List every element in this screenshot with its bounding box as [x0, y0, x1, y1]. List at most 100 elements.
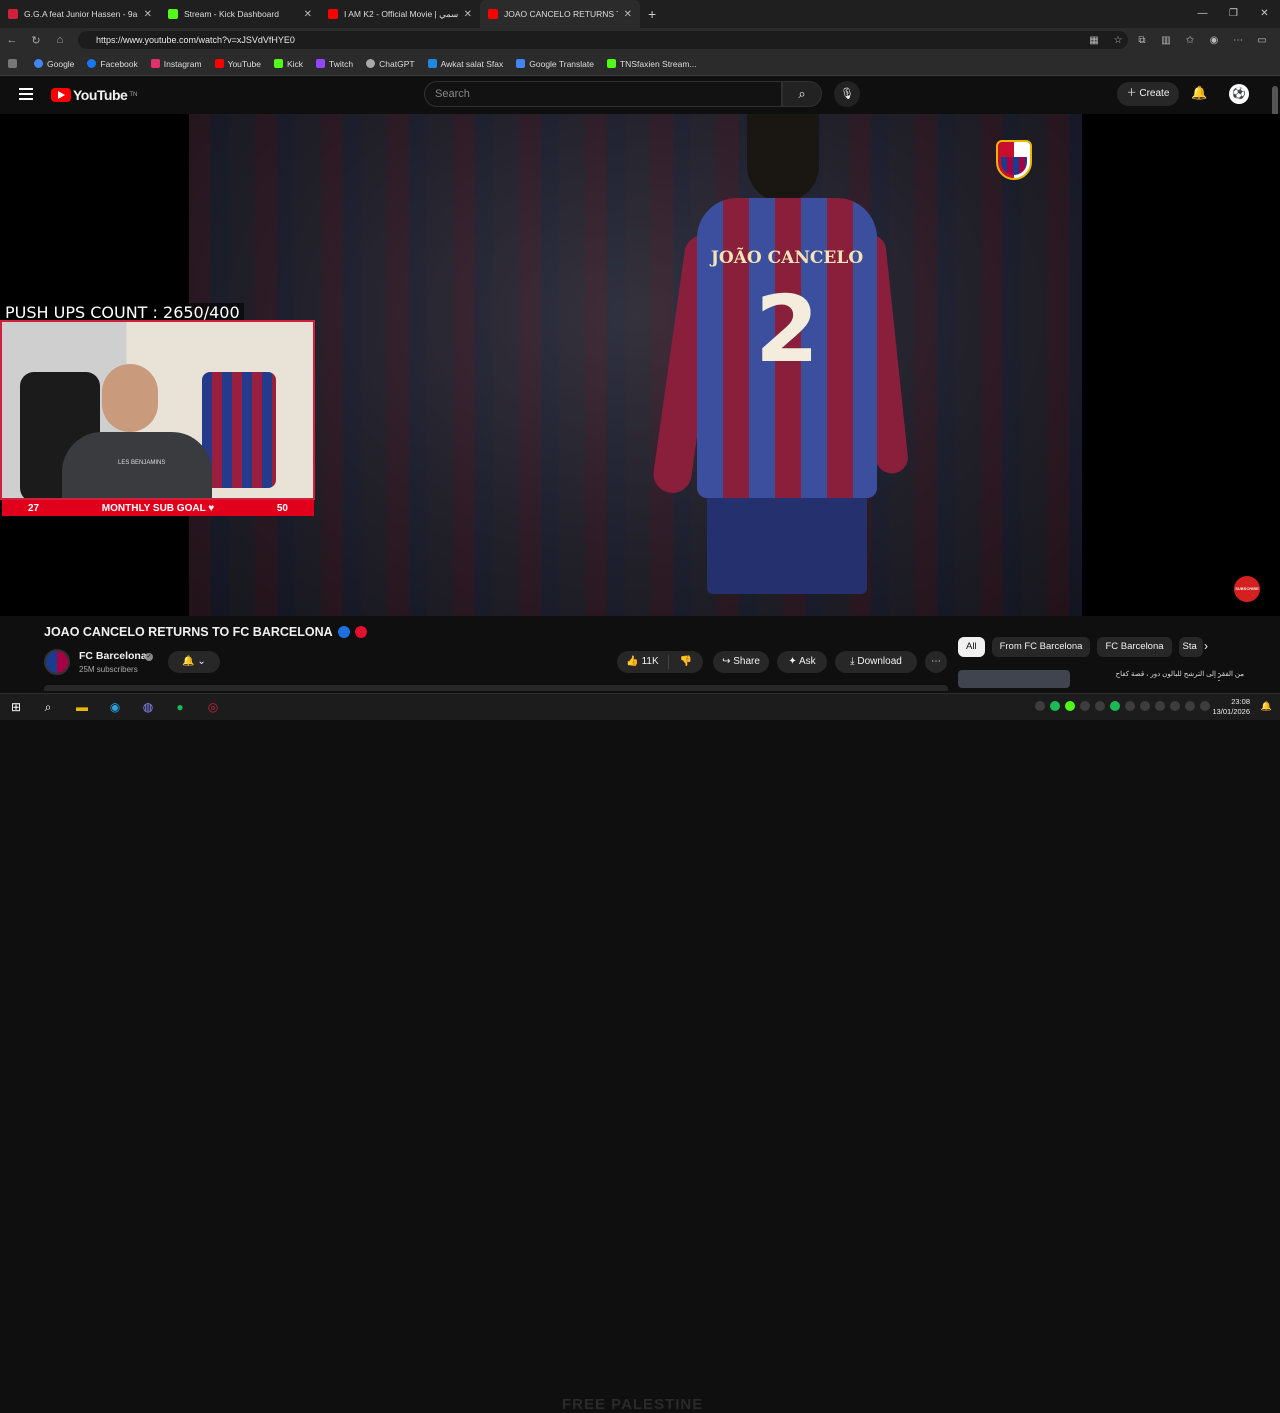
- tray-icon[interactable]: [1125, 701, 1135, 711]
- browser-tab[interactable]: I AM K2 - Official Movie | الرسمي ... ✕: [320, 0, 480, 28]
- recommended-video[interactable]: من الفقر إلى الترشح للبالون دور ، قصة كف…: [958, 670, 1260, 688]
- search-input[interactable]: Search: [424, 81, 782, 107]
- bookmark-google-translate[interactable]: Google Translate: [516, 59, 594, 69]
- menu-icon[interactable]: [19, 88, 33, 100]
- refresh-icon[interactable]: ↻: [24, 34, 48, 47]
- extensions-icon[interactable]: ⧉: [1130, 35, 1154, 46]
- crowd-background: [189, 114, 1082, 616]
- red-circle-icon: [354, 626, 367, 638]
- subscribe-watermark[interactable]: SUBSCRIBE: [1234, 576, 1260, 602]
- sidebar-icon[interactable]: ▭: [1250, 35, 1274, 46]
- spotify-icon[interactable]: ●: [172, 699, 188, 715]
- edge-icon[interactable]: ◉: [107, 699, 123, 715]
- more-actions-button[interactable]: ⋯: [925, 651, 947, 673]
- tab-title: Stream - Kick Dashboard: [184, 9, 279, 19]
- back-icon[interactable]: ←: [0, 34, 24, 46]
- split-screen-icon[interactable]: ▥: [1154, 35, 1178, 46]
- chevron-down-icon: ⌄: [197, 656, 206, 667]
- voice-search-button[interactable]: 🎙: [834, 81, 860, 107]
- subscriber-count: 25M subscribers: [79, 665, 138, 674]
- tray-icon[interactable]: [1065, 701, 1075, 711]
- faded-overlay-text: FREE PALESTINE: [562, 1396, 704, 1413]
- youtube-play-icon: [51, 88, 71, 102]
- chevron-right-icon[interactable]: ›: [1204, 639, 1208, 653]
- close-icon[interactable]: ✕: [304, 9, 312, 20]
- download-button[interactable]: ⤓ Download: [835, 651, 917, 673]
- tray-icon[interactable]: [1080, 701, 1090, 711]
- menu-dots-icon[interactable]: ⋯: [1226, 35, 1250, 46]
- browser-tab[interactable]: G.G.A feat Junior Hassen - 9anoun ✕: [0, 0, 160, 28]
- tray-icon[interactable]: [1110, 701, 1120, 711]
- cam-shirt-text: LES BENJAMINS: [118, 460, 166, 466]
- dislike-button[interactable]: 👎: [669, 651, 703, 673]
- notifications-icon[interactable]: 🔔: [1191, 85, 1207, 101]
- browser-toolbar: ▦ ☆ ⧉ ▥ ✩ ◉ ⋯ ▭: [1082, 28, 1274, 52]
- bookmark-tnsfaxien[interactable]: TNSfaxien Stream...: [606, 59, 697, 69]
- favorite-star-icon[interactable]: ☆: [1106, 35, 1130, 46]
- home-icon[interactable]: ⌂: [48, 34, 72, 46]
- bookmark-google[interactable]: Google: [34, 59, 74, 69]
- recommended-title[interactable]: من الفقر إلى الترشح للبالون دور ، قصة كف…: [1070, 670, 1260, 688]
- facebook-icon: [87, 59, 97, 68]
- file-explorer-icon[interactable]: ▬: [74, 699, 90, 715]
- system-clock[interactable]: 23:08 13/01/2026: [1212, 697, 1250, 717]
- bookmark-chatgpt[interactable]: ChatGPT: [366, 59, 415, 69]
- browser-tab-active[interactable]: JOAO CANCELO RETURNS TO ✕: [480, 0, 640, 28]
- obs-icon[interactable]: ◎: [205, 699, 221, 715]
- search-button[interactable]: ⌕: [782, 81, 822, 107]
- bookmark-twitch[interactable]: Twitch: [316, 59, 353, 69]
- bookmark-facebook[interactable]: Facebook: [87, 59, 138, 69]
- tray-icon[interactable]: [1095, 701, 1105, 711]
- bookmark-instagram[interactable]: Instagram: [150, 59, 202, 69]
- clock-date: 13/01/2026: [1212, 707, 1250, 716]
- create-button[interactable]: ＋ Create: [1117, 82, 1179, 106]
- maximize-icon[interactable]: ❐: [1218, 0, 1249, 28]
- minimize-icon[interactable]: —: [1187, 0, 1218, 28]
- avatar[interactable]: ⚽: [1229, 84, 1249, 104]
- tray-icon[interactable]: [1170, 701, 1180, 711]
- url-input[interactable]: https://www.youtube.com/watch?v=xJSVdVfH…: [78, 31, 1128, 49]
- close-icon[interactable]: ✕: [144, 9, 152, 20]
- profile-icon[interactable]: ◉: [1202, 35, 1226, 46]
- browser-tab[interactable]: Stream - Kick Dashboard ✕: [160, 0, 320, 28]
- close-window-icon[interactable]: ✕: [1249, 0, 1280, 28]
- ask-button[interactable]: ✦ Ask: [777, 651, 827, 673]
- close-icon[interactable]: ✕: [624, 9, 632, 20]
- close-icon[interactable]: ✕: [464, 9, 472, 20]
- youtube-logo[interactable]: YouTube TN: [51, 87, 137, 103]
- tray-icon[interactable]: [1140, 701, 1150, 711]
- windows-start-icon[interactable]: ⊞: [8, 699, 24, 715]
- kebab-icon[interactable]: ⋮: [1214, 672, 1224, 683]
- new-tab-icon[interactable]: +: [648, 6, 656, 22]
- bookmark-folder-icon[interactable]: [8, 59, 21, 68]
- volume-icon[interactable]: [1200, 701, 1210, 711]
- channel-avatar[interactable]: [44, 649, 70, 675]
- recommended-thumbnail[interactable]: [958, 670, 1070, 688]
- description-box[interactable]: [44, 685, 948, 691]
- thumbs-up-icon: 👍: [626, 656, 639, 667]
- share-button[interactable]: ↪ Share: [713, 651, 769, 673]
- chip-all[interactable]: All: [958, 637, 985, 657]
- bookmark-awkat-salat[interactable]: Awkat salat Sfax: [427, 59, 503, 69]
- subscription-bell-button[interactable]: 🔔 ⌄: [168, 651, 220, 673]
- chip-from-channel[interactable]: From FC Barcelona: [991, 637, 1091, 657]
- kick-icon: [273, 59, 283, 68]
- search-icon[interactable]: ⌕: [40, 699, 56, 715]
- discord-icon[interactable]: ◍: [140, 699, 156, 715]
- chip-partial[interactable]: Sta: [1178, 637, 1203, 657]
- app-icon[interactable]: ▦: [1082, 35, 1106, 46]
- like-button[interactable]: 👍 11K: [617, 651, 668, 673]
- tab-title: I AM K2 - Official Movie | الرسمي ...: [344, 8, 458, 19]
- tray-icon[interactable]: [1155, 701, 1165, 711]
- bookmark-youtube[interactable]: YouTube: [214, 59, 261, 69]
- browser-tab-bar: G.G.A feat Junior Hassen - 9anoun ✕ Stre…: [0, 0, 1280, 28]
- chip-fc-barcelona[interactable]: FC Barcelona: [1097, 637, 1172, 657]
- video-player[interactable]: JOÃO CANCELO 2 PUSH UPS COUNT : 2650/400…: [0, 114, 1280, 616]
- channel-name[interactable]: FC Barcelona: [79, 650, 147, 662]
- tray-icon[interactable]: [1035, 701, 1045, 711]
- bookmark-kick[interactable]: Kick: [273, 59, 303, 69]
- tray-icon[interactable]: [1050, 701, 1060, 711]
- favorites-icon[interactable]: ✩: [1178, 35, 1202, 46]
- wifi-icon[interactable]: [1185, 701, 1195, 711]
- notification-center-icon[interactable]: 🔔: [1261, 701, 1272, 712]
